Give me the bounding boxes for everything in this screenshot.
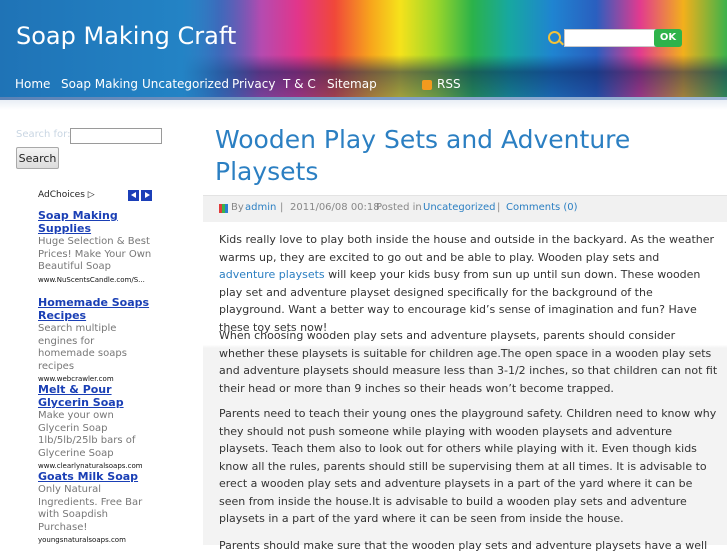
author-grid-icon [219, 204, 228, 213]
sidebar-search-button[interactable]: Search [16, 147, 59, 169]
meta-author-link[interactable]: admin [245, 202, 276, 213]
ad-description: Huge Selection & Best Prices! Make Your … [38, 236, 152, 272]
ad-description: Make your own Glycerin Soap 1lb/5lb/25lb… [38, 410, 136, 459]
ad-description: Only Natural Ingredients. Free Bar with … [38, 484, 143, 533]
ad-title[interactable]: Melt & Pour Glycerin Soap [38, 383, 154, 409]
ad-prev-arrow-icon[interactable] [128, 190, 139, 201]
header-shadow [0, 100, 727, 110]
adchoices-label[interactable]: AdChoices ▷ [38, 190, 95, 200]
nav-item-tc[interactable]: T & C [283, 77, 316, 91]
site-title[interactable]: Soap Making Craft [16, 22, 236, 50]
meta-separator: | [497, 202, 501, 213]
ad-title[interactable]: Homemade Soaps Recipes [38, 296, 154, 322]
ad-item[interactable]: Goats Milk Soap Only Natural Ingredients… [38, 470, 154, 545]
meta-category-link[interactable]: Uncategorized [423, 202, 495, 213]
ad-item[interactable]: Soap Making Supplies Huge Selection & Be… [38, 209, 154, 285]
post-paragraph: Parents need to teach their young ones t… [219, 407, 717, 525]
ad-block: AdChoices ▷ Soap Making Supplies Huge Se… [33, 188, 155, 545]
meta-comments-link[interactable]: Comments (0) [506, 202, 578, 213]
ad-next-arrow-icon[interactable] [141, 190, 152, 201]
search-icon [548, 31, 561, 44]
post-title[interactable]: Wooden Play Sets and Adventure Playsets [215, 124, 695, 188]
nav-item-uncategorized[interactable]: Uncategorized [142, 77, 229, 91]
ad-item[interactable]: Homemade Soaps Recipes Search multiple e… [38, 296, 154, 384]
main-nav: Home Soap Making Uncategorized Privacy T… [0, 73, 727, 97]
nav-item-home[interactable]: Home [15, 77, 50, 91]
ad-url[interactable]: youngsnaturalsoaps.com [38, 535, 154, 545]
meta-posted-in: Posted in [376, 202, 422, 213]
nav-item-soap-making[interactable]: Soap Making [61, 77, 138, 91]
ad-title[interactable]: Goats Milk Soap [38, 470, 154, 483]
post-paragraph: When choosing wooden play sets and adven… [219, 329, 718, 395]
ad-item[interactable]: Melt & Pour Glycerin Soap Make your own … [38, 383, 154, 471]
nav-item-rss[interactable]: RSS [437, 77, 461, 91]
header-search-ok-button[interactable]: OK [654, 29, 682, 47]
sidebar-search-label: Search for: [16, 129, 71, 140]
post-paragraph: Kids really love to play both inside the… [219, 233, 715, 334]
rss-icon[interactable] [422, 80, 432, 90]
adventure-playsets-link[interactable]: adventure playsets [219, 268, 325, 281]
ad-title[interactable]: Soap Making Supplies [38, 209, 154, 235]
sidebar-search-input[interactable] [70, 128, 162, 144]
header-search-input[interactable] [564, 29, 658, 47]
nav-item-privacy[interactable]: Privacy [232, 77, 275, 91]
meta-by: By [231, 202, 244, 213]
post-paragraph: Parents should make sure that the wooden… [219, 539, 708, 552]
meta-date: 2011/06/08 00:18 [290, 202, 380, 213]
ad-url[interactable]: www.NuScentsCandle.com/S... [38, 275, 154, 285]
ad-description: Search multiple engines for homemade soa… [38, 323, 127, 372]
meta-separator: | [280, 202, 284, 213]
nav-item-sitemap[interactable]: Sitemap [327, 77, 377, 91]
